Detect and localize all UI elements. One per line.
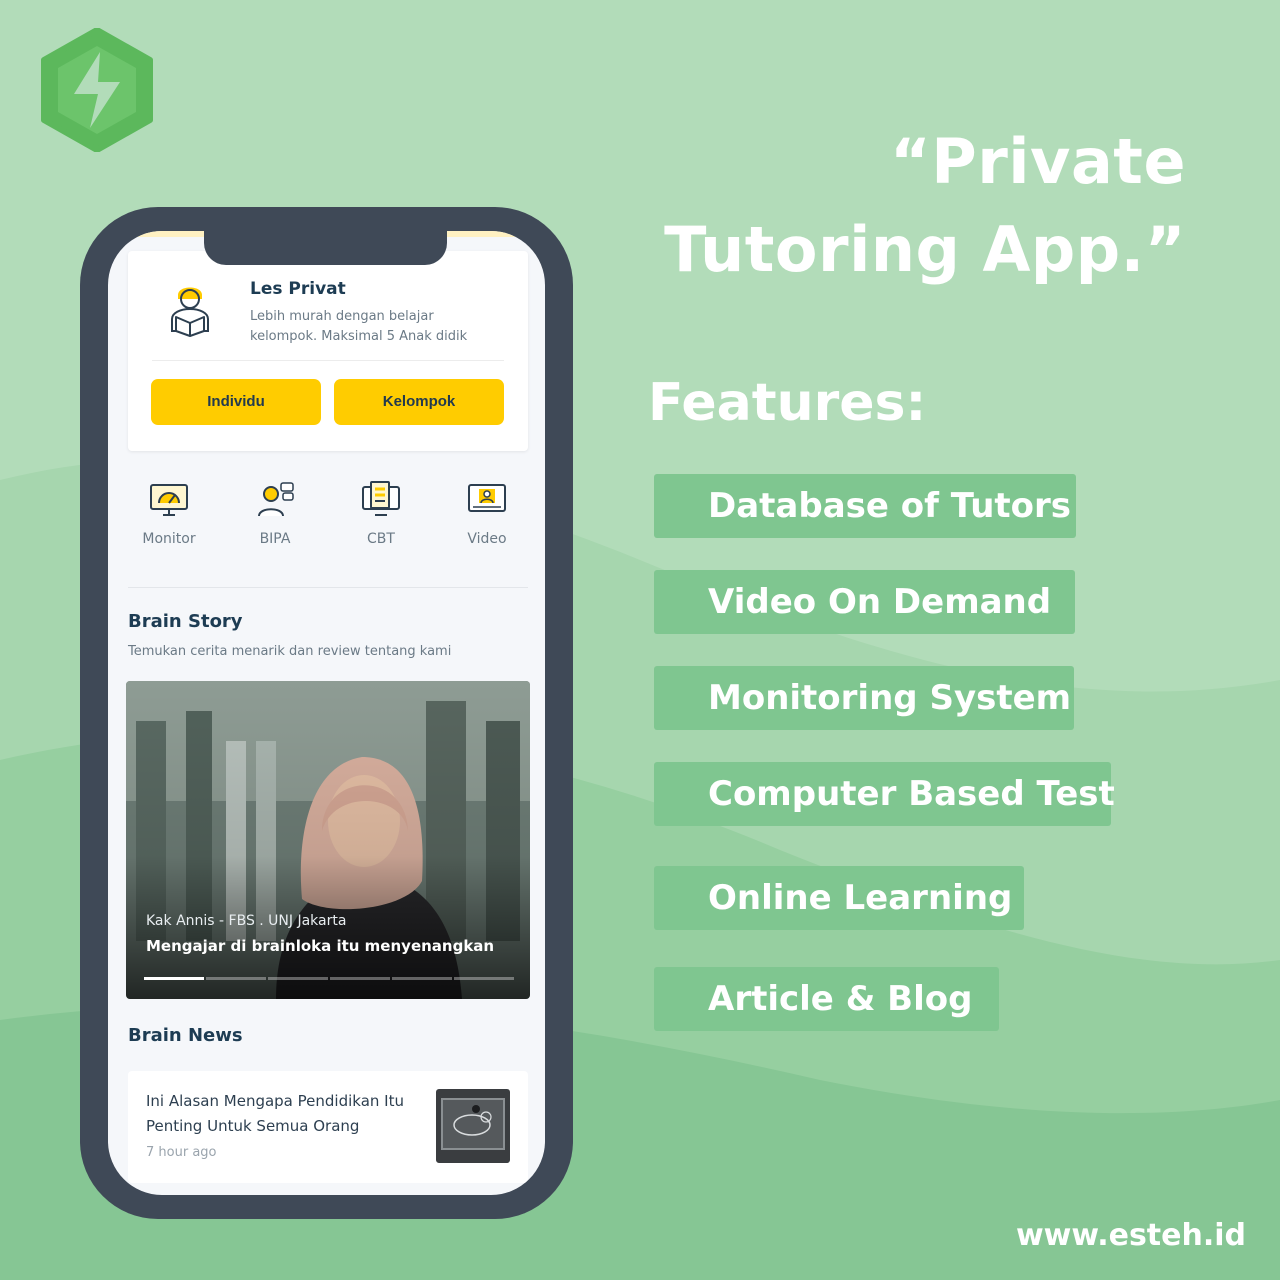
menu-label-cbt: CBT: [367, 531, 395, 547]
card-description: Lebih murah dengan belajar kelompok. Mak…: [250, 309, 468, 344]
checklist-computer-icon: [362, 481, 400, 516]
headline-line-1: “Private: [890, 125, 1186, 198]
news-title: Ini Alasan Mengapa Pendidikan Itu Pentin…: [146, 1092, 404, 1135]
tutor-book-icon: [171, 287, 209, 337]
tutor-chat-icon: [258, 482, 294, 517]
carousel-indicator: [144, 977, 516, 980]
esteh-logo-icon: [41, 28, 153, 152]
feature-pill-video-on-demand: Video On Demand: [654, 570, 1075, 634]
video-player-icon: [468, 484, 506, 512]
carousel-dot[interactable]: [330, 977, 390, 980]
phone-notch: [204, 231, 447, 265]
carousel-dot[interactable]: [454, 977, 514, 980]
feature-pill-computer-based-test: Computer Based Test: [654, 762, 1115, 826]
monitor-gauge-icon: [150, 484, 188, 516]
brain-story-carousel[interactable]: Kak Annis - FBS . UNJ Jakarta Mengajar d…: [126, 681, 530, 999]
menu-label-video: Video: [467, 531, 507, 547]
news-card[interactable]: Ini Alasan Mengapa Pendidikan Itu Pentin…: [128, 1071, 528, 1183]
menu-item-cbt[interactable]: CBT: [336, 481, 426, 547]
feature-pill-monitoring-system: Monitoring System: [654, 666, 1074, 730]
individu-button[interactable]: Individu: [151, 379, 321, 425]
menu-item-bipa[interactable]: BIPA: [230, 481, 320, 547]
brain-story-title: Brain Story: [128, 611, 243, 632]
menu-item-monitor[interactable]: Monitor: [124, 481, 214, 547]
news-timestamp: 7 hour ago: [146, 1145, 217, 1160]
carousel-dot[interactable]: [268, 977, 328, 980]
features-title: Features:: [648, 373, 927, 433]
carousel-dot[interactable]: [144, 977, 204, 980]
headline: “Private Tutoring App.”: [664, 118, 1186, 294]
les-privat-card: Les Privat Lebih murah dengan belajar ke…: [128, 251, 528, 451]
story-author: Kak Annis - FBS . UNJ Jakarta: [146, 913, 347, 929]
feature-menu: Monitor BIPA CBT Video: [122, 481, 532, 561]
brain-news-title: Brain News: [128, 1025, 243, 1046]
section-divider: [128, 587, 528, 588]
menu-item-video[interactable]: Video: [442, 481, 532, 547]
menu-label-bipa: BIPA: [259, 531, 291, 547]
kelompok-button[interactable]: Kelompok: [334, 379, 504, 425]
feature-pill-article-blog: Article & Blog: [654, 967, 999, 1031]
website-url: www.esteh.id: [1015, 1218, 1246, 1253]
story-caption: Mengajar di brainloka itu menyenangkan: [146, 937, 495, 955]
menu-label-monitor: Monitor: [142, 531, 196, 547]
news-thumbnail: [436, 1089, 510, 1163]
carousel-dot[interactable]: [392, 977, 452, 980]
feature-pill-online-learning: Online Learning: [654, 866, 1024, 930]
carousel-dot[interactable]: [206, 977, 266, 980]
brain-story-subtitle: Temukan cerita menarik dan review tentan…: [128, 644, 452, 659]
feature-pill-database-of-tutors: Database of Tutors: [654, 474, 1076, 538]
phone-mockup: Les Privat Lebih murah dengan belajar ke…: [80, 207, 573, 1219]
headline-line-2: Tutoring App.”: [664, 213, 1186, 286]
card-divider: [152, 360, 504, 361]
app-screen: Les Privat Lebih murah dengan belajar ke…: [108, 231, 545, 1195]
card-title: Les Privat: [250, 279, 346, 299]
